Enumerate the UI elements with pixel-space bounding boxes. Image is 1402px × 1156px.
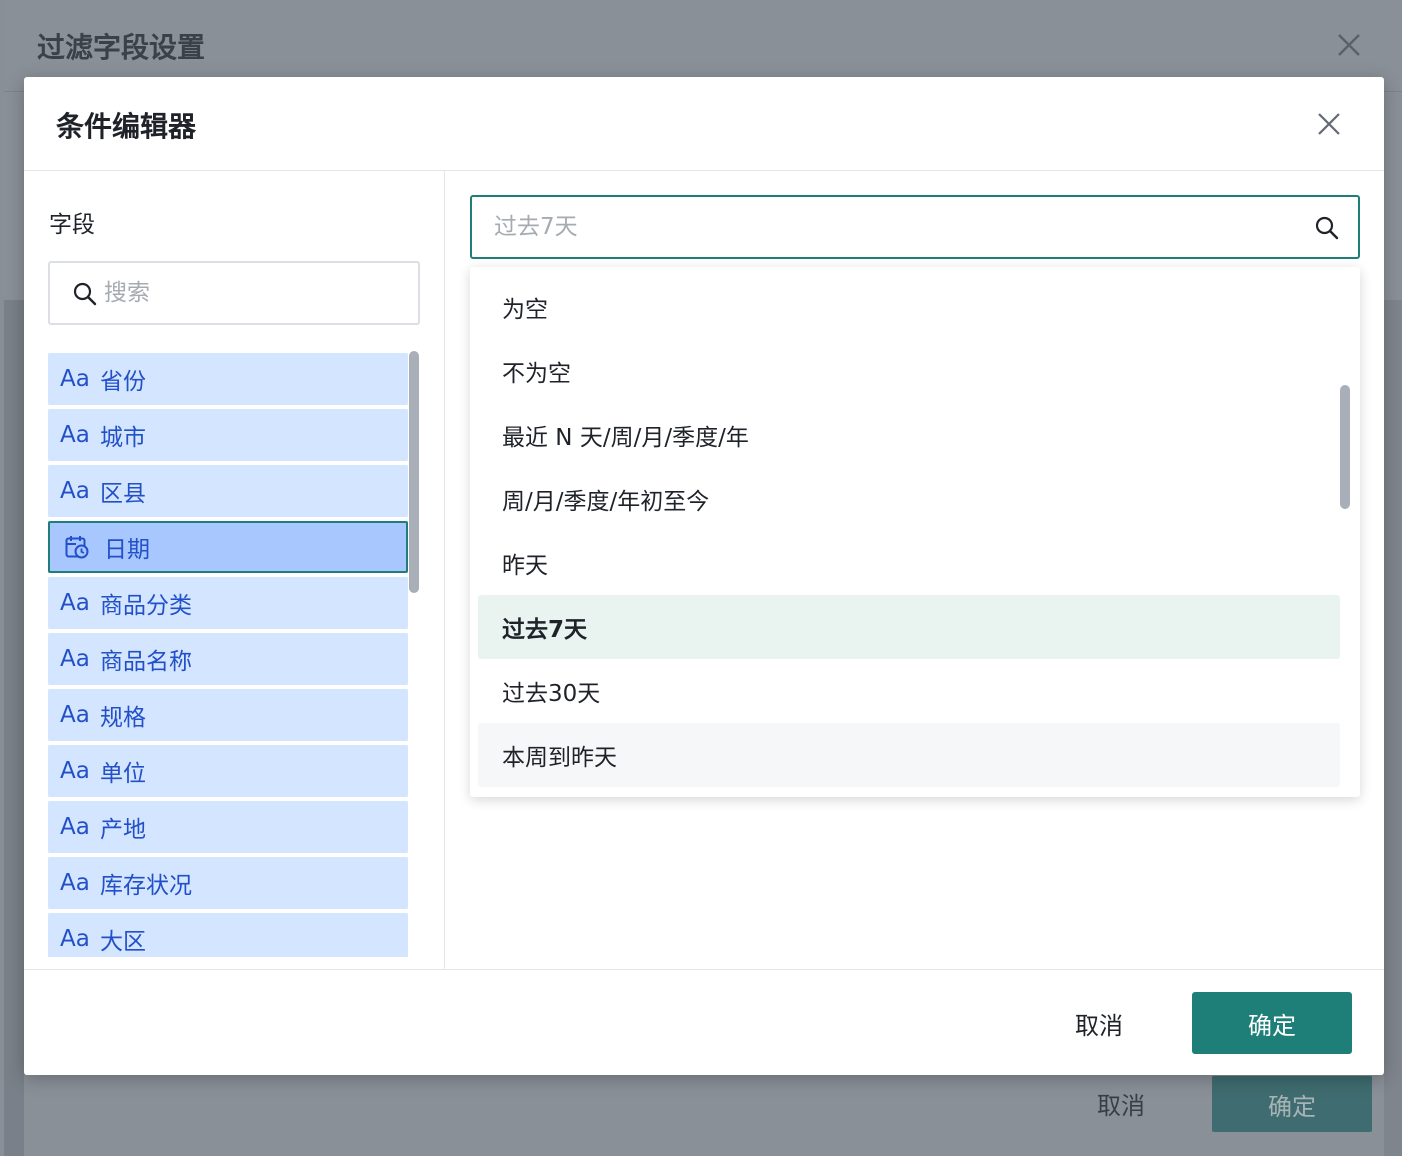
option-week-to-yesterday[interactable]: 本周到昨天 — [478, 723, 1340, 787]
outer-dialog-title: 过滤字段设置 — [37, 31, 206, 64]
text-type-icon: Aa — [60, 870, 90, 896]
option-yesterday[interactable]: 昨天 — [478, 531, 1340, 595]
field-name: 单位 — [100, 761, 146, 787]
text-type-icon: Aa — [60, 422, 90, 448]
field-item-date[interactable]: 日期 — [48, 521, 408, 573]
field-panel: 字段 Aa 省份 Aa 城市 Aa 区县 — [24, 171, 445, 969]
field-name: 城市 — [100, 425, 146, 451]
text-type-icon: Aa — [60, 590, 90, 616]
field-item-stock-status[interactable]: Aa 库存状况 — [48, 857, 408, 909]
option-past-30-days[interactable]: 过去30天 — [478, 659, 1340, 723]
condition-dropdown: 为空 不为空 最近 N 天/周/月/季度/年 周/月/季度/年初至今 昨天 过去… — [470, 267, 1360, 797]
field-name: 商品名称 — [100, 649, 192, 675]
option-is-empty[interactable]: 为空 — [478, 275, 1340, 339]
text-type-icon: Aa — [60, 758, 90, 784]
field-name: 商品分类 — [100, 593, 192, 619]
field-item-district[interactable]: Aa 区县 — [48, 465, 408, 517]
option-past-7-days[interactable]: 过去7天 — [478, 595, 1340, 659]
field-name: 产地 — [100, 817, 146, 843]
field-item-unit[interactable]: Aa 单位 — [48, 745, 408, 797]
option-not-empty[interactable]: 不为空 — [478, 339, 1340, 403]
fields-label: 字段 — [49, 212, 95, 238]
option-period-to-date[interactable]: 周/月/季度/年初至今 — [478, 467, 1340, 531]
text-type-icon: Aa — [60, 646, 90, 672]
condition-search-input[interactable] — [494, 207, 1294, 247]
field-name: 区县 — [100, 481, 146, 507]
condition-panel: 为空 不为空 最近 N 天/周/月/季度/年 周/月/季度/年初至今 昨天 过去… — [446, 171, 1384, 969]
search-icon[interactable] — [1314, 215, 1340, 241]
text-type-icon: Aa — [60, 926, 90, 952]
calendar-icon — [65, 536, 89, 559]
text-type-icon: Aa — [60, 814, 90, 840]
field-search-input[interactable] — [104, 273, 404, 313]
dialog-footer: 取消 确定 — [24, 969, 1384, 1075]
field-name: 日期 — [104, 537, 150, 563]
dialog-header: 条件编辑器 — [24, 77, 1384, 171]
outer-left-region — [4, 300, 24, 1156]
text-type-icon: Aa — [60, 702, 90, 728]
field-item-origin[interactable]: Aa 产地 — [48, 801, 408, 853]
field-list-scroll-thumb[interactable] — [409, 351, 419, 593]
text-type-icon: Aa — [60, 366, 90, 392]
field-item-city[interactable]: Aa 城市 — [48, 409, 408, 461]
field-item-product-name[interactable]: Aa 商品名称 — [48, 633, 408, 685]
field-name: 省份 — [100, 369, 146, 395]
text-type-icon: Aa — [60, 478, 90, 504]
condition-select-box[interactable] — [470, 195, 1360, 259]
field-list: Aa 省份 Aa 城市 Aa 区县 日期 Aa 商品分类 Aa 商品名称 Aa … — [48, 353, 408, 957]
cancel-button[interactable]: 取消 — [1044, 992, 1154, 1054]
field-name: 大区 — [100, 929, 146, 955]
confirm-button[interactable]: 确定 — [1192, 992, 1352, 1054]
field-item-spec[interactable]: Aa 规格 — [48, 689, 408, 741]
search-icon — [73, 282, 97, 306]
condition-editor-dialog: 条件编辑器 字段 Aa 省份 Aa 城市 Aa 区县 — [24, 77, 1384, 1075]
dialog-title: 条件编辑器 — [56, 110, 197, 143]
field-item-region[interactable]: Aa 大区 — [48, 913, 408, 957]
outer-cancel-button[interactable]: 取消 — [1097, 1086, 1145, 1121]
outer-right-region — [1384, 300, 1402, 1156]
field-item-category[interactable]: Aa 商品分类 — [48, 577, 408, 629]
field-name: 规格 — [100, 705, 146, 731]
outer-ok-button[interactable]: 确定 — [1212, 1076, 1372, 1132]
field-item-province[interactable]: Aa 省份 — [48, 353, 408, 405]
dropdown-scroll-thumb[interactable] — [1340, 385, 1350, 509]
outer-close-icon[interactable] — [1334, 30, 1364, 60]
field-search-box — [48, 261, 420, 325]
close-icon[interactable] — [1314, 109, 1344, 139]
option-last-n-period[interactable]: 最近 N 天/周/月/季度/年 — [478, 403, 1340, 467]
field-name: 库存状况 — [100, 873, 192, 899]
